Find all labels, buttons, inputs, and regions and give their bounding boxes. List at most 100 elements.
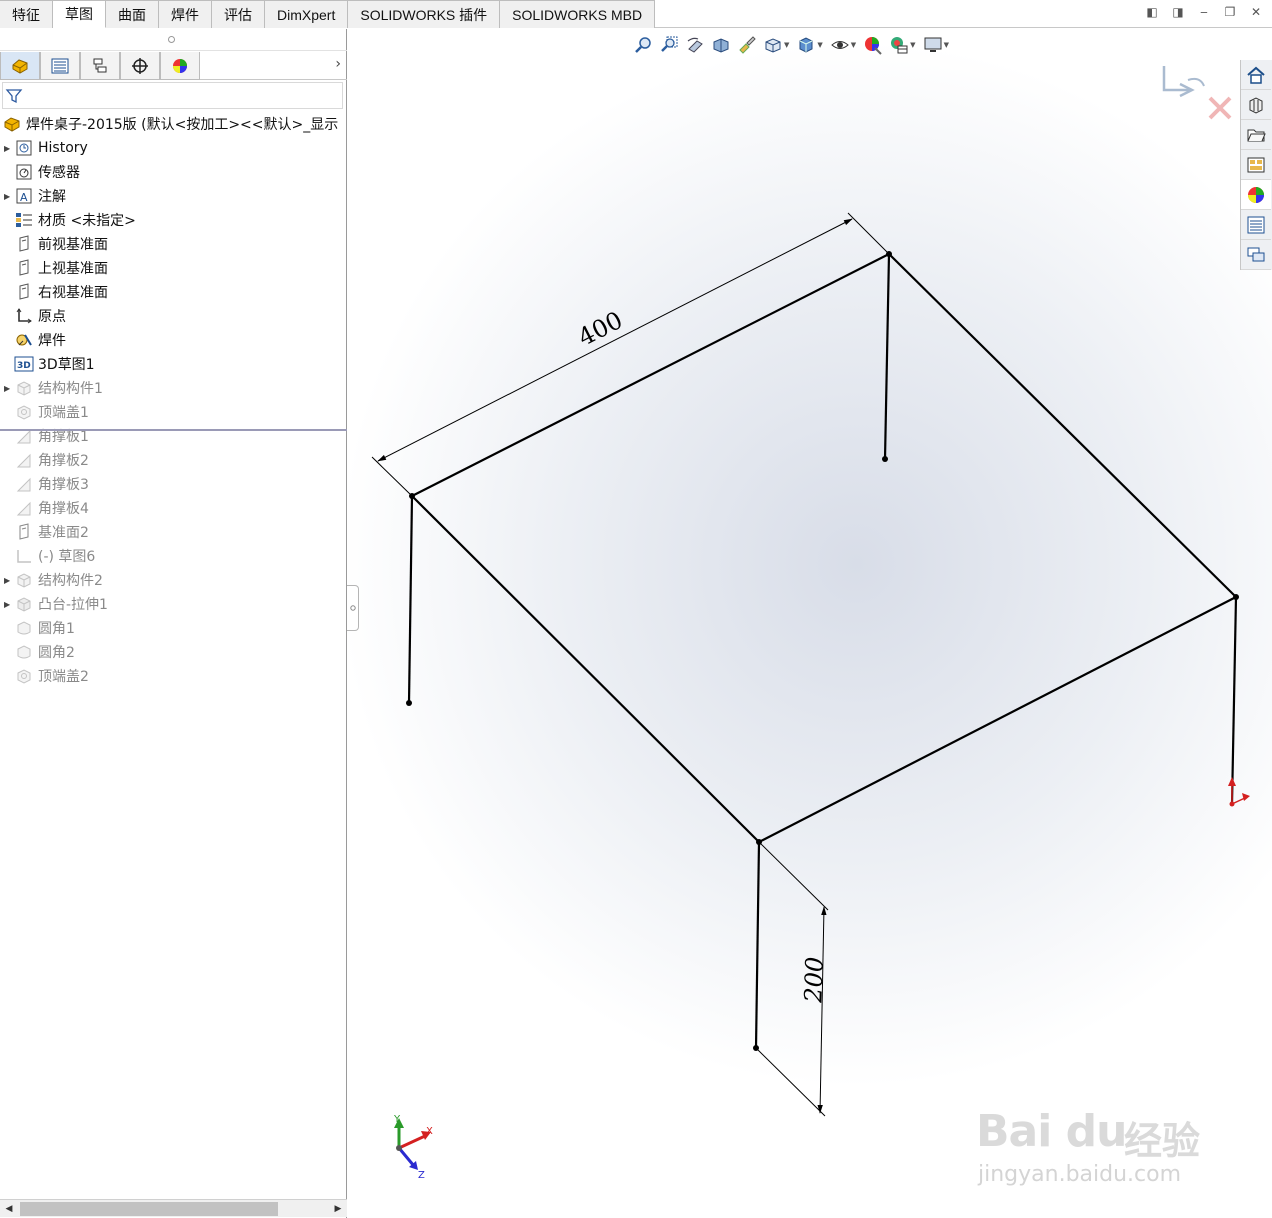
expand-arrow-icon[interactable]: ▶: [4, 600, 14, 609]
chevron-down-icon[interactable]: ▼: [944, 41, 949, 49]
tree-item[interactable]: (-) 草图6: [0, 544, 347, 568]
expand-arrow-icon[interactable]: ▶: [4, 384, 14, 393]
tab-2[interactable]: 草图: [53, 0, 106, 28]
restore-panel-left-icon[interactable]: ◧: [1144, 4, 1160, 20]
tree-item-label: 顶端盖1: [38, 405, 89, 421]
triad-y-label: Y: [393, 1114, 401, 1125]
chevron-right-icon[interactable]: ›: [335, 56, 341, 72]
tree-item[interactable]: ▶ 结构构件2: [0, 568, 347, 592]
chevron-down-icon[interactable]: ▼: [784, 41, 789, 49]
sketch-legs[interactable]: [407, 253, 1238, 1049]
tree-item[interactable]: 原点: [0, 304, 347, 328]
triad-x-label: X: [426, 1126, 433, 1137]
end-cap-icon: [14, 403, 34, 421]
filter-icon[interactable]: [5, 87, 23, 105]
exit-sketch-icon[interactable]: [1162, 66, 1205, 98]
expand-arrow-icon[interactable]: ▶: [4, 144, 14, 153]
view-palette-icon[interactable]: [1241, 150, 1271, 180]
tree-item[interactable]: 传感器: [0, 160, 347, 184]
feature-manager-icon[interactable]: [0, 52, 40, 80]
tree-item[interactable]: ▶ A 注解: [0, 184, 347, 208]
sketch-icon: [14, 547, 34, 565]
tree-root-part[interactable]: 焊件桌子-2015版 (默认<按加工><<默认>_显示: [0, 112, 347, 136]
dimension-200-text[interactable]: 200: [799, 956, 829, 1004]
section-view-icon[interactable]: [710, 34, 732, 56]
tree-item[interactable]: 3D 3D草图1: [0, 352, 347, 376]
scroll-right-icon[interactable]: ▶: [329, 1200, 347, 1218]
edit-appearance-icon[interactable]: [862, 34, 884, 56]
tree-item[interactable]: 圆角2: [0, 640, 347, 664]
dimension-400-text[interactable]: 400: [574, 306, 628, 352]
tab-4[interactable]: 焊件: [159, 0, 212, 28]
tree-item[interactable]: ▶ 凸台-拉伸1: [0, 592, 347, 616]
tab-1[interactable]: 特征: [0, 0, 53, 28]
minimize-icon[interactable]: ‒: [1196, 4, 1212, 20]
panel-tabs: ›: [0, 52, 347, 80]
tab-3[interactable]: 曲面: [106, 0, 159, 28]
dimension-200[interactable]: 200: [755, 841, 829, 1117]
tree-item[interactable]: 角撑板3: [0, 472, 347, 496]
graphics-area[interactable]: 400 200 Y X Z: [348, 29, 1272, 1218]
tree-item[interactable]: 前视基准面: [0, 232, 347, 256]
restore-panel-right-icon[interactable]: ◨: [1170, 4, 1186, 20]
property-manager-icon[interactable]: [40, 52, 80, 80]
rollback-bar[interactable]: [0, 429, 347, 431]
chevron-down-icon[interactable]: ▼: [910, 41, 915, 49]
apply-scene-icon[interactable]: [888, 34, 910, 56]
tree-item[interactable]: 右视基准面: [0, 280, 347, 304]
sketch-top-rectangle[interactable]: [411, 253, 1237, 843]
view-orientation-icon[interactable]: [762, 34, 784, 56]
tree-item[interactable]: 角撑板1: [0, 424, 347, 448]
tree-item[interactable]: 圆角1: [0, 616, 347, 640]
tree-item[interactable]: ▶ 结构构件1: [0, 376, 347, 400]
tree-item[interactable]: ▶ History: [0, 136, 347, 160]
tab-7[interactable]: SOLIDWORKS 插件: [348, 0, 501, 28]
zoom-to-area-icon[interactable]: [658, 34, 680, 56]
dimension-400[interactable]: 400: [371, 212, 890, 497]
tree-item[interactable]: 角撑板2: [0, 448, 347, 472]
axis-triad[interactable]: Y X Z: [393, 1114, 433, 1181]
display-style-icon[interactable]: [795, 34, 817, 56]
forum-icon[interactable]: [1241, 240, 1271, 270]
file-explorer-icon[interactable]: [1241, 120, 1271, 150]
tab-6[interactable]: DimXpert: [265, 0, 349, 28]
close-icon[interactable]: ✕: [1248, 4, 1264, 20]
appearances-icon[interactable]: [1241, 180, 1271, 210]
tree-item-label: 结构构件2: [38, 573, 103, 589]
scroll-thumb[interactable]: [20, 1202, 278, 1216]
tab-5[interactable]: 评估: [212, 0, 265, 28]
tree-item[interactable]: 基准面2: [0, 520, 347, 544]
tree-item[interactable]: 上视基准面: [0, 256, 347, 280]
hide-show-items-icon[interactable]: [829, 34, 851, 56]
tree-item[interactable]: 角撑板4: [0, 496, 347, 520]
zoom-to-fit-icon[interactable]: [632, 34, 654, 56]
home-icon[interactable]: [1241, 60, 1271, 90]
tree-item[interactable]: 材质 <未指定>: [0, 208, 347, 232]
tree-filter-input[interactable]: [2, 82, 343, 109]
horizontal-scrollbar[interactable]: ◀ ▶: [0, 1199, 347, 1217]
tree-item[interactable]: 焊件: [0, 328, 347, 352]
view-settings-icon[interactable]: [922, 34, 944, 56]
configuration-manager-icon[interactable]: [80, 52, 120, 80]
expand-arrow-icon[interactable]: ▶: [4, 576, 14, 585]
scroll-left-icon[interactable]: ◀: [0, 1200, 18, 1218]
display-manager-icon[interactable]: [160, 52, 200, 80]
chevron-down-icon[interactable]: ▼: [817, 41, 822, 49]
restore-icon[interactable]: ❐: [1222, 4, 1238, 20]
cancel-sketch-icon[interactable]: [1208, 96, 1232, 120]
previous-view-icon[interactable]: [684, 34, 706, 56]
expand-arrow-icon[interactable]: ▶: [4, 192, 14, 201]
panel-splitter[interactable]: [0, 29, 347, 51]
panel-collapse-handle[interactable]: [347, 585, 359, 631]
tree-item[interactable]: 顶端盖1: [0, 400, 347, 424]
sketch-scene[interactable]: 400 200 Y X Z: [348, 29, 1272, 1218]
splitter-handle-icon[interactable]: [168, 36, 175, 43]
tree-item[interactable]: 顶端盖2: [0, 664, 347, 688]
dynamic-annotation-icon[interactable]: [736, 34, 758, 56]
sketch-points[interactable]: [406, 251, 1239, 1051]
parts-library-icon[interactable]: [1241, 90, 1271, 120]
dimxpert-manager-icon[interactable]: [120, 52, 160, 80]
chevron-down-icon[interactable]: ▼: [851, 41, 856, 49]
tab-8[interactable]: SOLIDWORKS MBD: [500, 0, 656, 28]
custom-properties-icon[interactable]: [1241, 210, 1271, 240]
